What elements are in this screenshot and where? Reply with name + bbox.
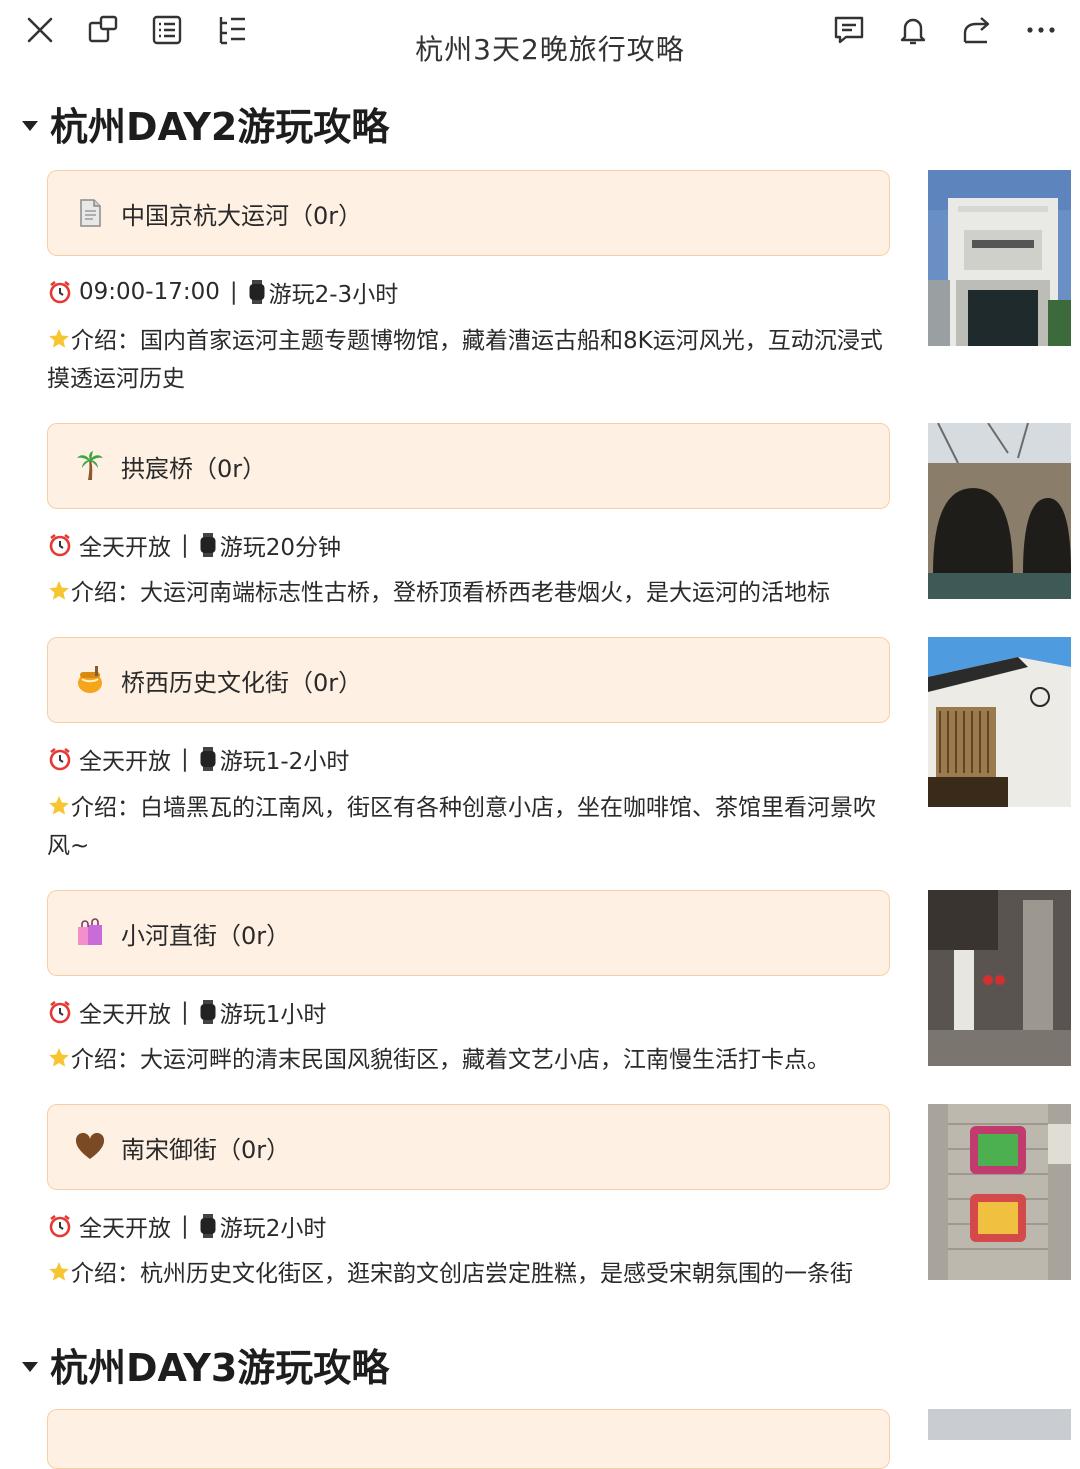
honey-pot-icon xyxy=(73,663,107,697)
watch-icon xyxy=(199,999,217,1025)
attraction-card[interactable]: 中国京杭大运河（0r） xyxy=(47,170,890,256)
attraction-photo-museum xyxy=(928,170,1071,346)
watch-icon xyxy=(199,532,217,558)
collapse-triangle-icon[interactable] xyxy=(22,1361,38,1372)
palm-tree-icon xyxy=(73,449,107,483)
attraction-intro: 介绍：大运河畔的清末民国风貌街区，藏着文艺小店，江南慢生活打卡点。 xyxy=(47,1041,892,1079)
comment-icon[interactable] xyxy=(829,10,869,50)
watch-icon xyxy=(248,279,266,305)
attraction-photo xyxy=(928,1409,1071,1440)
brown-heart-icon xyxy=(73,1130,107,1164)
opening-info: 09:00-17:00 | 游玩2-3小时 xyxy=(47,275,398,309)
opening-info: 全天开放 | 游玩1-2小时 xyxy=(47,742,349,776)
glowing-star-icon xyxy=(47,577,71,601)
attraction-photo-bridge xyxy=(928,423,1071,599)
bell-icon[interactable] xyxy=(893,10,933,50)
alarm-clock-icon xyxy=(47,532,73,558)
attraction-card[interactable]: 南宋御街（0r） xyxy=(47,1104,890,1190)
attraction-card[interactable]: 桥西历史文化街（0r） xyxy=(47,637,890,723)
attraction-photo-alley xyxy=(928,890,1071,1066)
alarm-clock-icon xyxy=(47,999,73,1025)
glowing-star-icon xyxy=(47,792,71,816)
collapse-triangle-icon[interactable] xyxy=(22,120,38,131)
glowing-star-icon xyxy=(47,325,71,349)
shopping-bags-icon xyxy=(73,916,107,950)
attraction-intro: 介绍：大运河南端标志性古桥，登桥顶看桥西老巷烟火，是大运河的活地标 xyxy=(47,574,892,612)
attraction-photo-imperial-street xyxy=(928,1104,1071,1280)
glowing-star-icon xyxy=(47,1044,71,1068)
attraction-card[interactable]: 拱宸桥（0r） xyxy=(47,423,890,509)
more-icon[interactable] xyxy=(1021,10,1061,50)
opening-info: 全天开放 | 游玩20分钟 xyxy=(47,528,341,562)
alarm-clock-icon xyxy=(47,1213,73,1239)
alarm-clock-icon xyxy=(47,746,73,772)
opening-info: 全天开放 | 游玩1小时 xyxy=(47,995,326,1029)
attraction-photo-street xyxy=(928,637,1071,807)
attraction-title: 拱宸桥（0r） xyxy=(121,454,267,483)
section-heading-day2[interactable]: 杭州DAY2游玩攻略 xyxy=(22,96,389,151)
attraction-title: 桥西历史文化街（0r） xyxy=(121,668,363,697)
document-icon xyxy=(73,196,107,230)
watch-icon xyxy=(199,1213,217,1239)
watch-icon xyxy=(199,746,217,772)
glowing-star-icon xyxy=(47,1258,71,1282)
attraction-intro: 介绍：国内首家运河主题专题博物馆，藏着漕运古船和8K运河风光，互动沉浸式摸透运河… xyxy=(47,322,892,398)
attraction-card[interactable]: 小河直街（0r） xyxy=(47,890,890,976)
attraction-intro: 介绍：白墙黑瓦的江南风，街区有各种创意小店，坐在咖啡馆、茶馆里看河景吹风~ xyxy=(47,789,892,865)
attraction-title: 小河直街（0r） xyxy=(121,921,291,950)
attraction-intro: 介绍：杭州历史文化街区，逛宋韵文创店尝定胜糕，是感受宋朝氛围的一条街 xyxy=(47,1255,892,1293)
attraction-card[interactable] xyxy=(47,1409,890,1469)
top-toolbar: 杭州3天2晚旅行攻略 xyxy=(0,0,1080,66)
opening-info: 全天开放 | 游玩2小时 xyxy=(47,1209,326,1243)
attraction-title: 中国京杭大运河（0r） xyxy=(121,201,363,230)
attraction-title: 南宋御街（0r） xyxy=(121,1135,291,1164)
share-icon[interactable] xyxy=(957,10,997,50)
alarm-clock-icon xyxy=(47,279,73,305)
section-heading-day3[interactable]: 杭州DAY3游玩攻略 xyxy=(22,1337,389,1392)
